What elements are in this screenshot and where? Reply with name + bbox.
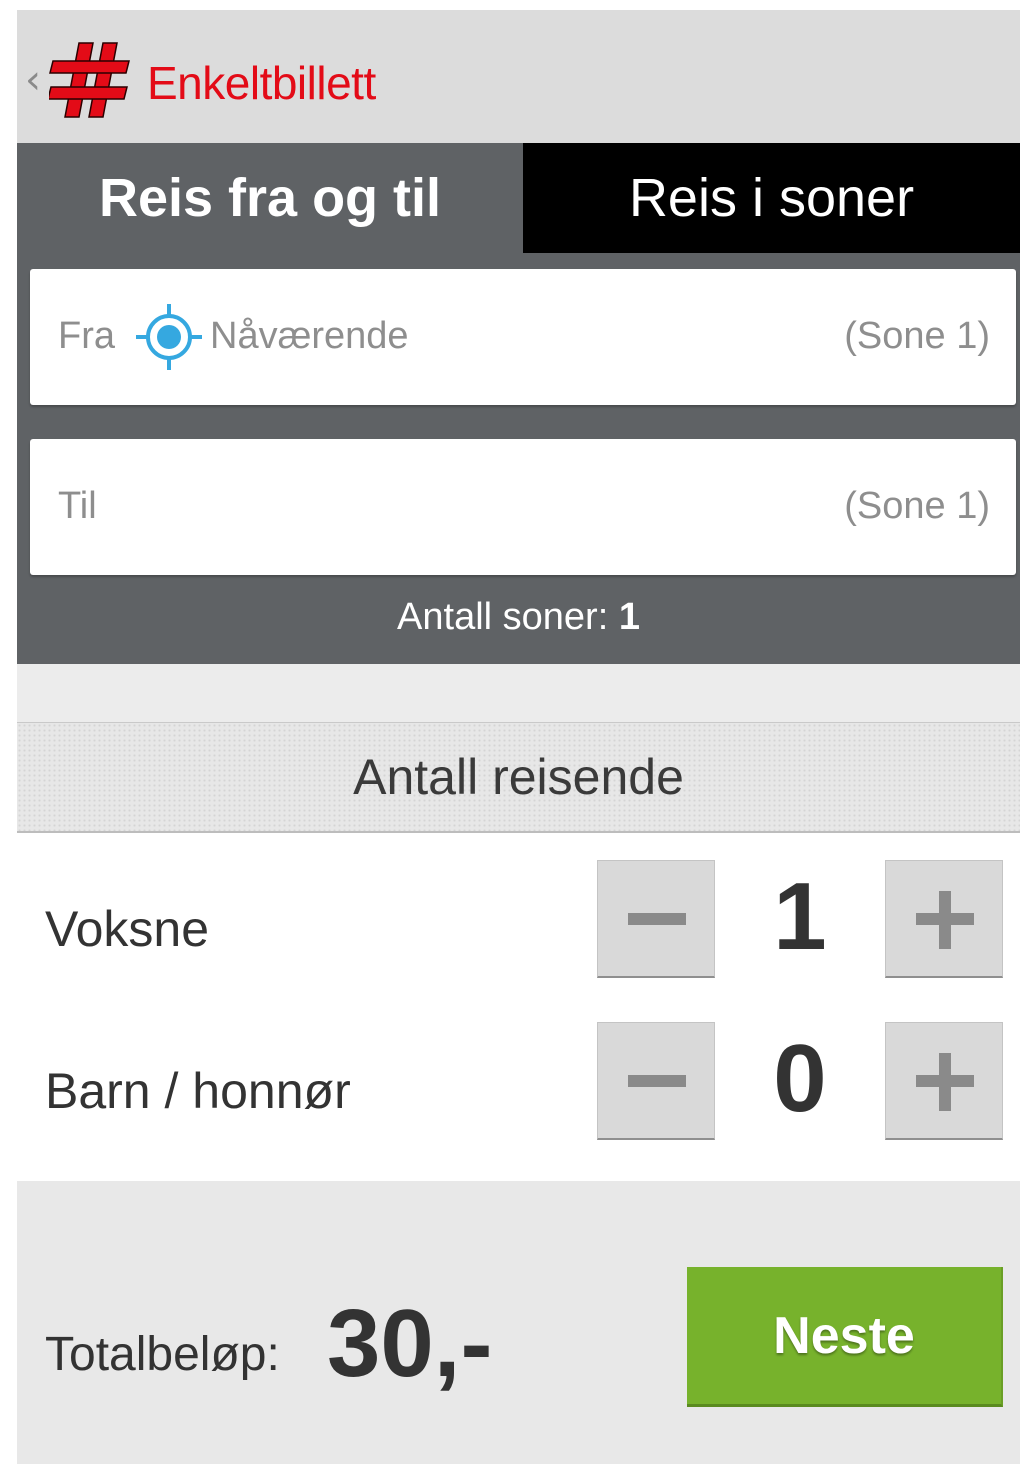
- tab-reis-fra-og-til[interactable]: Reis fra og til: [17, 143, 523, 253]
- child-count: 0: [773, 1025, 827, 1132]
- zone-count-label: Antall soner:: [397, 596, 609, 638]
- next-button[interactable]: Neste: [687, 1267, 1003, 1407]
- child-decrement-button[interactable]: [597, 1022, 715, 1140]
- zone-count: Antall soner: 1: [17, 596, 1020, 639]
- footer: Totalbeløp: 30,- Neste: [17, 1181, 1020, 1464]
- child-increment-button[interactable]: [885, 1022, 1003, 1140]
- total-value: 30,-: [327, 1290, 493, 1397]
- from-label: Fra: [58, 315, 115, 357]
- up-caret-icon[interactable]: ‹: [25, 60, 41, 100]
- child-label: Barn / honnør: [45, 1063, 351, 1119]
- action-bar: ‹ Enkeltbillett: [17, 10, 1020, 143]
- child-row: Barn / honnør 0: [17, 1010, 1020, 1170]
- adult-decrement-button[interactable]: [597, 860, 715, 978]
- from-zone: (Sone 1): [844, 315, 990, 357]
- zone-count-value: 1: [618, 596, 640, 638]
- screen-title: Enkeltbillett: [147, 57, 376, 109]
- adult-label: Voksne: [45, 901, 210, 957]
- total-label: Totalbeløp:: [45, 1328, 280, 1381]
- minus-icon: [628, 1075, 686, 1087]
- minus-icon: [628, 913, 686, 925]
- location-target-icon: [136, 304, 202, 370]
- to-field[interactable]: Til (Sone 1): [30, 439, 1016, 575]
- travelers-heading: Antall reisende: [17, 722, 1020, 833]
- tab-bar: Reis fra og til Reis i soner: [17, 143, 1020, 253]
- adult-row: Voksne 1: [17, 848, 1020, 1008]
- to-label: Til: [58, 485, 97, 527]
- spacer: [17, 664, 1020, 722]
- to-zone: (Sone 1): [844, 485, 990, 527]
- from-value: Nåværende: [210, 315, 409, 357]
- app-screen: ‹ Enkeltbillett Reis fra og til Reis i s…: [17, 0, 1020, 1464]
- route-panel: Fra Nåværende (Sone 1) Til (Sone 1) Anta…: [17, 253, 1020, 664]
- app-logo-icon[interactable]: [49, 39, 131, 121]
- adult-increment-button[interactable]: [885, 860, 1003, 978]
- from-field[interactable]: Fra Nåværende (Sone 1): [30, 269, 1016, 405]
- tab-reis-i-soner[interactable]: Reis i soner: [523, 143, 1020, 253]
- adult-count: 1: [773, 863, 827, 970]
